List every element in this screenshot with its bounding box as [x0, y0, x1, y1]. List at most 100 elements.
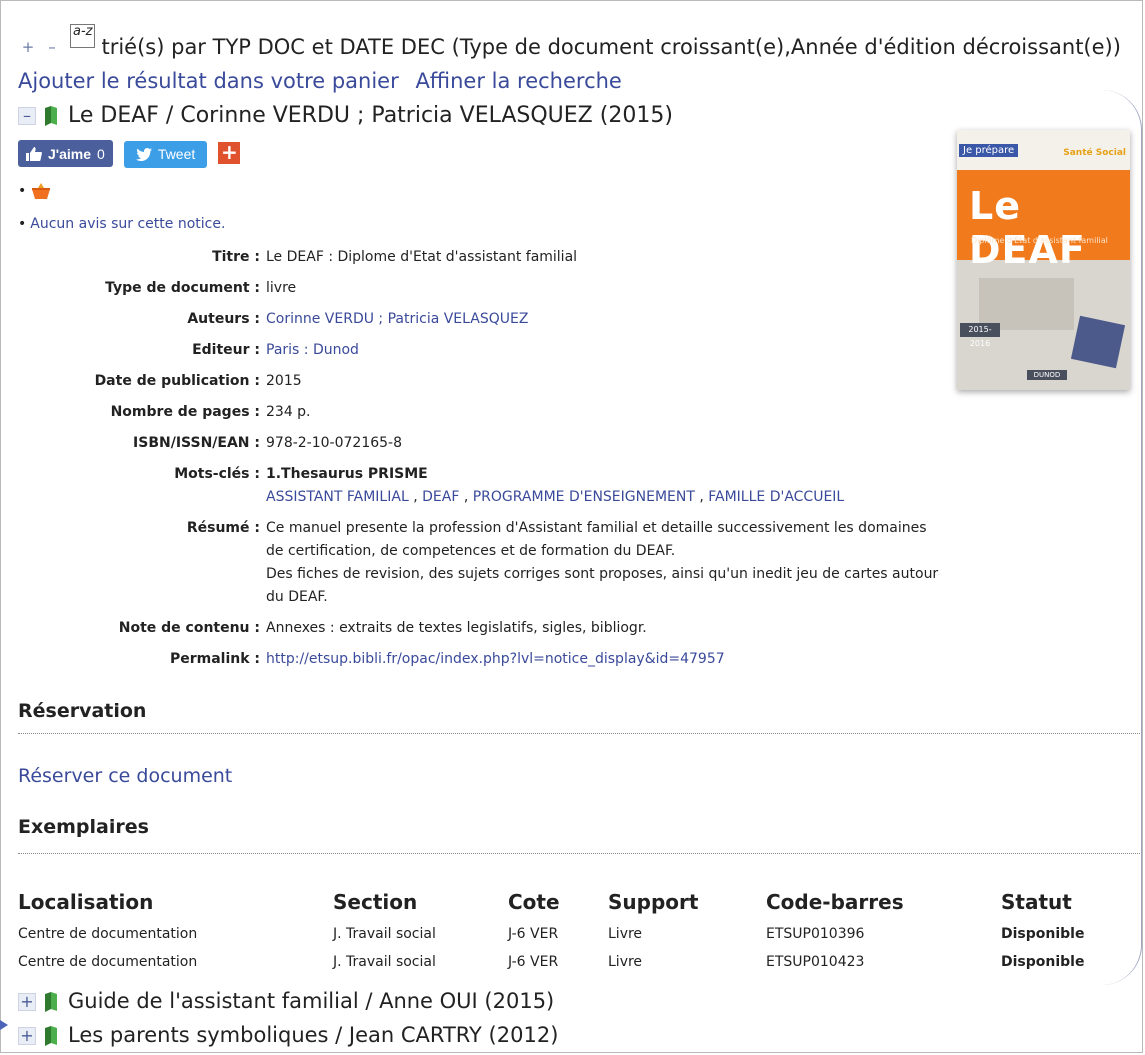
detail-titre: Titre : Le DEAF : Diplome d'Etat d'assis…	[18, 246, 958, 269]
basket-icon[interactable]	[30, 182, 52, 200]
cover-subtitle: Diplôme d'État d'assistant familial	[971, 236, 1108, 245]
detail-label: Mots-clés :	[174, 466, 260, 482]
detail-note: Note de contenu : Annexes : extraits de …	[18, 617, 958, 640]
cell-localisation: Centre de documentation	[18, 954, 198, 970]
expand-all-button[interactable]: +	[18, 38, 38, 58]
like-count: 0	[97, 145, 105, 162]
share-plus-button[interactable]: +	[218, 142, 241, 164]
sibling-record: + Les parents symboliques / Jean CARTRY (…	[18, 1020, 558, 1050]
sort-az-button[interactable]: a-z	[70, 24, 96, 48]
sibling-title[interactable]: Guide de l'assistant familial / Anne OUI…	[68, 989, 554, 1013]
collapse-record-button[interactable]: –	[18, 107, 36, 125]
cell-statut: Disponible	[1001, 954, 1085, 970]
social-buttons: J'aime 0 Tweet +	[18, 140, 241, 168]
detail-label: Editeur :	[192, 342, 260, 358]
publisher-link[interactable]: Paris : Dunod	[266, 342, 359, 358]
detail-label: Permalink :	[169, 651, 260, 667]
add-to-cart-link[interactable]: Ajouter le résultat dans votre panier	[18, 69, 399, 93]
exemplaires-heading: Exemplaires	[18, 816, 149, 838]
book-icon	[45, 106, 57, 126]
keyword-link[interactable]: ASSISTANT FAMILIAL	[266, 489, 409, 505]
detail-isbn: ISBN/ISSN/EAN : 978-2-10-072165-8	[18, 432, 958, 455]
expand-record-button[interactable]: +	[18, 1027, 36, 1045]
rating-row: •	[18, 182, 52, 200]
cell-section: J. Travail social	[333, 954, 436, 970]
cover-cards-image	[1070, 315, 1126, 369]
detail-value: Le DEAF : Diplome d'Etat d'assistant fam…	[266, 249, 578, 265]
collapse-all-button[interactable]: –	[42, 38, 62, 58]
record-title[interactable]: Le DEAF / Corinne VERDU ; Patricia VELAS…	[68, 103, 673, 128]
detail-label: Type de document :	[105, 280, 260, 296]
sibling-record: + Guide de l'assistant familial / Anne OU…	[18, 986, 554, 1016]
cell-cote: J-6 VER	[508, 926, 559, 942]
divider	[18, 733, 1140, 734]
cell-barcode: ETSUP010423	[766, 954, 865, 970]
sort-bar: + –a-ztrié(s) par TYP DOC et DATE DEC (Ty…	[18, 24, 1128, 98]
cover-title: Le DEAF	[969, 184, 1086, 272]
detail-permalink: Permalink : http://etsup.bibli.fr/opac/i…	[18, 648, 958, 671]
column-header: Section	[333, 890, 418, 914]
column-header: Support	[608, 890, 699, 914]
detail-value: 234 p.	[266, 404, 311, 420]
resume-paragraph-2: Des fiches de revision, des sujets corri…	[266, 566, 939, 605]
keyword-link[interactable]: FAMILLE D'ACCUEIL	[708, 489, 844, 505]
facebook-like-button[interactable]: J'aime 0	[18, 140, 113, 167]
annotation-arrow-icon	[0, 1020, 8, 1030]
cover-brand: Santé Social	[1063, 148, 1126, 158]
detail-label: Résumé :	[186, 520, 260, 536]
record-title-row: – Le DEAF / Corinne VERDU ; Patricia VELA…	[18, 100, 673, 132]
like-label: J'aime	[48, 145, 92, 162]
detail-type: Type de document : livre	[18, 277, 958, 300]
tweet-button[interactable]: Tweet	[123, 140, 208, 168]
detail-date: Date de publication : 2015	[18, 370, 958, 393]
table-row: Centre de documentation J. Travail socia…	[18, 920, 1111, 948]
no-review-link[interactable]: Aucun avis sur cette notice.	[30, 216, 225, 232]
authors-link[interactable]: Corinne VERDU ; Patricia VELASQUEZ	[266, 311, 528, 327]
resume-paragraph-1: Ce manuel presente la profession d'Assis…	[266, 520, 927, 559]
permalink-link[interactable]: http://etsup.bibli.fr/opac/index.php?lvl…	[266, 651, 725, 667]
detail-editeur: Editeur : Paris : Dunod	[18, 339, 958, 362]
detail-mots-cles: Mots-clés : 1.Thesaurus PRISME ASSISTANT…	[18, 463, 958, 509]
table-header-row: Localisation Section Cote Support Code-b…	[18, 884, 1111, 920]
detail-label: Note de contenu :	[118, 620, 260, 636]
keyword-link[interactable]: PROGRAMME D'ENSEIGNEMENT	[473, 489, 695, 505]
book-icon	[45, 1026, 57, 1046]
cell-cote: J-6 VER	[508, 954, 559, 970]
detail-value: 978-2-10-072165-8	[266, 435, 403, 451]
column-header: Code-barres	[766, 890, 904, 914]
thesaurus-heading: 1.Thesaurus PRISME	[266, 466, 428, 482]
book-icon	[45, 992, 57, 1012]
keyword-link[interactable]: DEAF	[422, 489, 459, 505]
twitter-bird-icon	[135, 147, 152, 161]
reserve-document-link[interactable]: Réserver ce document	[18, 765, 232, 787]
sibling-title[interactable]: Les parents symboliques / Jean CARTRY (2…	[68, 1023, 558, 1047]
column-header: Localisation	[18, 890, 154, 914]
detail-label: Date de publication :	[94, 373, 260, 389]
detail-value: livre	[266, 280, 297, 296]
book-cover-image[interactable]: Je prépare Santé Social Le DEAF Diplôme …	[957, 130, 1130, 390]
detail-auteurs: Auteurs : Corinne VERDU ; Patricia VELAS…	[18, 308, 958, 331]
cell-localisation: Centre de documentation	[18, 926, 198, 942]
detail-label: ISBN/ISSN/EAN :	[133, 435, 260, 451]
detail-pages: Nombre de pages : 234 p.	[18, 401, 958, 424]
detail-label: Nombre de pages :	[110, 404, 260, 420]
refine-search-link[interactable]: Affiner la recherche	[415, 69, 621, 93]
table-row: Centre de documentation J. Travail socia…	[18, 948, 1111, 976]
cell-support: Livre	[608, 954, 643, 970]
cell-support: Livre	[608, 926, 643, 942]
column-header: Statut	[1001, 890, 1072, 914]
cover-publisher: DUNOD	[1027, 370, 1067, 380]
tweet-label: Tweet	[157, 146, 196, 162]
detail-value: 2015	[266, 373, 302, 389]
sort-description: trié(s) par TYP DOC et DATE DEC (Type de…	[101, 35, 1121, 59]
cell-section: J. Travail social	[333, 926, 436, 942]
detail-label: Auteurs :	[187, 311, 260, 327]
cell-barcode: ETSUP010396	[766, 926, 865, 942]
detail-value: Annexes : extraits de textes legislatifs…	[266, 620, 647, 636]
detail-resume: Résumé : Ce manuel presente la professio…	[18, 517, 958, 609]
cover-tag: Je prépare	[959, 144, 1019, 157]
expand-record-button[interactable]: +	[18, 993, 36, 1011]
divider	[18, 853, 1140, 854]
cover-year: 2015-2016	[960, 323, 1000, 348]
column-header: Cote	[508, 890, 560, 914]
